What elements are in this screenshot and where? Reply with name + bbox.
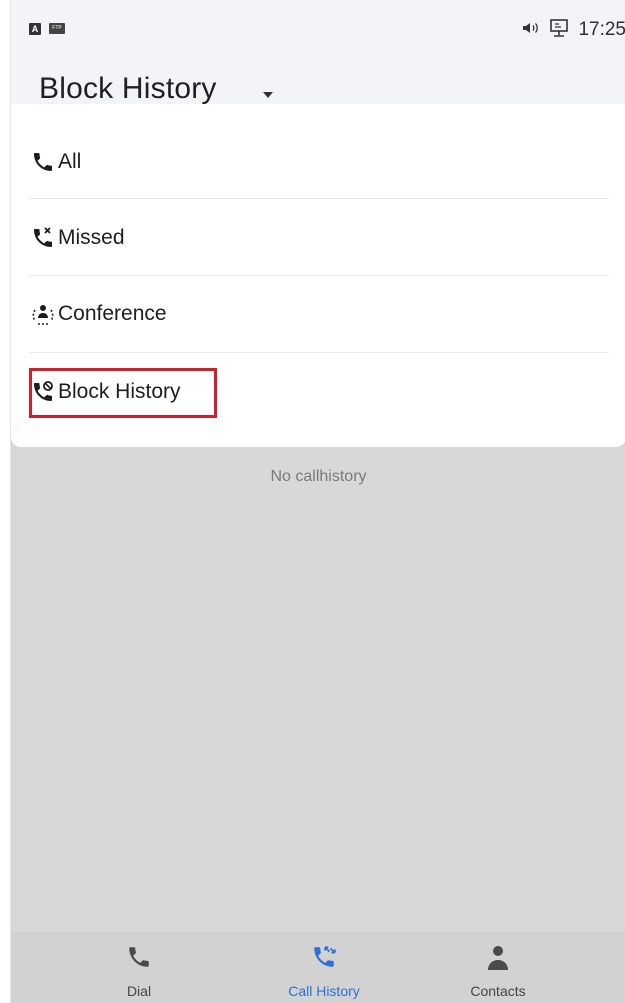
menu-item-label: Missed — [58, 226, 125, 249]
clock: 17:25 — [578, 19, 625, 40]
page-title[interactable]: Block History — [39, 72, 217, 106]
nav-item-contacts[interactable]: Contacts — [428, 932, 568, 1003]
divider — [29, 352, 609, 353]
indicator-a-icon: A — [29, 23, 41, 35]
empty-state-message: No callhistory — [270, 468, 367, 485]
nav-item-call-history[interactable]: Call History — [254, 932, 394, 1003]
selected-item-highlight — [29, 368, 217, 418]
nav-item-dial[interactable]: Dial — [69, 932, 209, 1003]
ftp-icon: FTP — [49, 23, 65, 34]
phone-screen: A FTP 17:25 Block History All Missed Con… — [10, 0, 625, 1003]
history-filter-dropdown: All Missed Conference Block History — [11, 104, 625, 447]
menu-item-label: Conference — [58, 302, 167, 325]
phone-icon — [126, 944, 152, 972]
menu-item-label: All — [58, 150, 82, 173]
nav-item-label: Dial — [126, 983, 152, 999]
menu-item-missed[interactable]: Missed — [29, 200, 609, 276]
volume-icon — [522, 21, 540, 40]
menu-item-conference[interactable]: Conference — [29, 276, 609, 352]
contacts-icon — [485, 944, 511, 972]
caret-down-icon[interactable] — [263, 86, 273, 104]
phone-icon — [29, 148, 57, 176]
header[interactable]: Block History — [11, 48, 625, 106]
conference-icon — [29, 300, 57, 328]
network-icon — [549, 18, 569, 43]
menu-item-all[interactable]: All — [29, 124, 609, 200]
nav-item-label: Contacts — [470, 983, 526, 999]
missed-call-icon — [29, 224, 57, 252]
call-history-icon — [311, 944, 337, 972]
nav-item-label: Call History — [288, 983, 360, 999]
bottom-nav: Dial Call History Contacts — [11, 932, 625, 1003]
status-bar: A FTP 17:25 — [11, 0, 625, 48]
divider — [29, 198, 609, 199]
